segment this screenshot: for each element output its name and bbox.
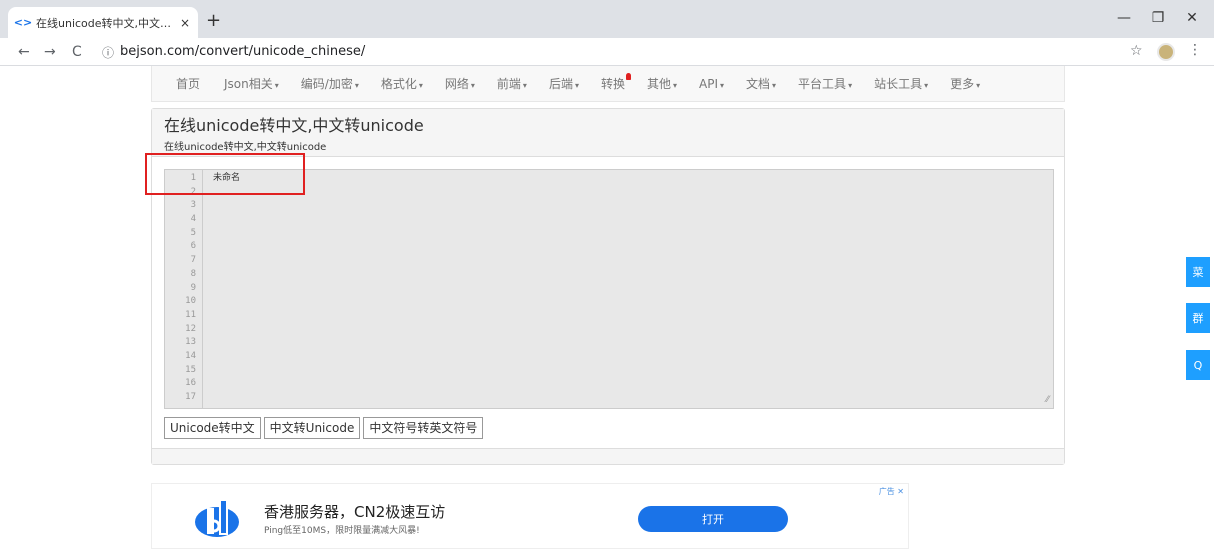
line-number: 13 bbox=[185, 337, 196, 348]
caret-down-icon: ▾ bbox=[274, 81, 279, 90]
site-info-icon[interactable]: ⓘ bbox=[102, 44, 114, 61]
new-tab-button[interactable]: + bbox=[206, 12, 221, 30]
line-number: 5 bbox=[190, 227, 196, 238]
caret-down-icon: ▾ bbox=[848, 81, 853, 90]
caret-down-icon: ▾ bbox=[354, 81, 359, 90]
nav-item-label: 格式化 bbox=[380, 77, 417, 91]
nav-item-json[interactable]: Json相关 ▾ bbox=[224, 75, 279, 92]
line-number-gutter: 1 2 3 4 5 6 7 8 9 10 11 12 13 14 15 16 1… bbox=[165, 170, 203, 408]
nav-item-label: 网络 bbox=[444, 77, 469, 91]
caret-down-icon: ▾ bbox=[470, 81, 475, 90]
caret-down-icon: ▾ bbox=[574, 81, 579, 90]
nav-item-other[interactable]: 其他 ▾ bbox=[647, 75, 677, 92]
nav-item-api[interactable]: API ▾ bbox=[699, 77, 724, 91]
line-number: 4 bbox=[190, 214, 196, 225]
reload-icon[interactable]: C bbox=[72, 44, 82, 60]
nav-item-label: 站长工具 bbox=[874, 77, 923, 91]
bookmark-star-icon[interactable]: ☆ bbox=[1130, 43, 1143, 59]
ad-description: Ping低至10MS，限时限量满减大风暴! bbox=[264, 526, 420, 536]
nav-item-more[interactable]: 更多 ▾ bbox=[950, 75, 980, 92]
nav-item-platform-tools[interactable]: 平台工具 ▾ bbox=[798, 75, 852, 92]
site-nav: 首页 Json相关 ▾ 编码/加密 ▾ 格式化 ▾ 网络 ▾ 前端 ▾ 后端 ▾ 转换 其他… bbox=[151, 66, 1065, 102]
nav-item-label: API bbox=[699, 76, 718, 91]
tab-close-icon[interactable]: × bbox=[180, 16, 190, 30]
side-qq-button[interactable]: Q bbox=[1186, 350, 1210, 380]
panel-footer bbox=[152, 448, 1064, 464]
nav-item-label: 其他 bbox=[646, 77, 671, 91]
back-icon[interactable]: ← bbox=[18, 44, 30, 60]
browser-menu-icon[interactable]: ⋮ bbox=[1188, 42, 1202, 58]
resize-handle-icon[interactable]: ⁄⁄ bbox=[1046, 395, 1049, 405]
ad-logo-icon bbox=[195, 499, 239, 537]
page-title: 在线unicode转中文,中文转unicode bbox=[164, 116, 424, 135]
ad-close-label[interactable]: 广告 ✕ bbox=[879, 486, 904, 497]
caret-down-icon: ▾ bbox=[924, 81, 929, 90]
caret-down-icon: ▾ bbox=[418, 81, 423, 90]
new-badge-icon bbox=[625, 73, 631, 80]
minimize-icon[interactable]: — bbox=[1114, 10, 1134, 26]
line-number: 10 bbox=[185, 296, 196, 307]
unicode-to-chinese-button[interactable]: Unicode转中文 bbox=[164, 417, 261, 439]
nav-item-format[interactable]: 格式化 ▾ bbox=[381, 75, 423, 92]
line-number: 15 bbox=[185, 364, 196, 375]
code-favicon-icon: <> bbox=[13, 16, 33, 29]
nav-item-label: 转换 bbox=[600, 77, 625, 91]
line-number: 6 bbox=[190, 241, 196, 252]
caret-down-icon: ▾ bbox=[720, 80, 725, 90]
page-subtitle: 在线unicode转中文,中文转unicode bbox=[164, 142, 327, 153]
caret-down-icon: ▾ bbox=[522, 81, 527, 90]
browser-tabstrip: <> 在线unicode转中文,中文转unicc × + — ❐ ✕ bbox=[0, 0, 1214, 38]
line-number: 11 bbox=[185, 309, 196, 320]
line-number: 14 bbox=[185, 350, 196, 361]
nav-item-docs[interactable]: 文档 ▾ bbox=[746, 75, 776, 92]
nav-item-label: 文档 bbox=[746, 77, 771, 91]
nav-item-backend[interactable]: 后端 ▾ bbox=[549, 75, 579, 92]
nav-item-webmaster-tools[interactable]: 站长工具 ▾ bbox=[874, 75, 928, 92]
nav-item-label: 首页 bbox=[176, 77, 201, 91]
caret-down-icon: ▾ bbox=[772, 81, 777, 90]
action-buttons: Unicode转中文 中文转Unicode 中文符号转英文符号 bbox=[164, 417, 484, 439]
line-number: 3 bbox=[190, 200, 196, 211]
nav-item-label: 后端 bbox=[548, 77, 573, 91]
code-editor[interactable]: 1 2 3 4 5 6 7 8 9 10 11 12 13 14 15 16 1… bbox=[164, 169, 1054, 409]
line-number: 16 bbox=[185, 378, 196, 389]
nav-item-label: 前端 bbox=[496, 77, 521, 91]
chinese-to-unicode-button[interactable]: 中文转Unicode bbox=[263, 417, 361, 439]
line-number: 9 bbox=[190, 282, 196, 293]
ad-open-button[interactable]: 打开 bbox=[638, 506, 788, 532]
ad-title: 香港服务器，CN2极速互访 bbox=[264, 503, 446, 521]
line-number: 8 bbox=[190, 268, 196, 279]
nav-item-network[interactable]: 网络 ▾ bbox=[445, 75, 475, 92]
browser-tab[interactable]: <> 在线unicode转中文,中文转unicc × bbox=[8, 7, 198, 38]
side-menu-button[interactable]: 菜 bbox=[1186, 257, 1210, 287]
nav-item-convert[interactable]: 转换 bbox=[600, 73, 631, 92]
line-number: 12 bbox=[185, 323, 196, 334]
nav-item-label: Json相关 bbox=[224, 77, 273, 91]
panel-heading: 在线unicode转中文,中文转unicode 在线unicode转中文,中文转… bbox=[152, 109, 1064, 157]
profile-avatar[interactable] bbox=[1157, 43, 1175, 61]
restore-icon[interactable]: ❐ bbox=[1148, 10, 1168, 26]
line-number: 7 bbox=[190, 255, 196, 266]
caret-down-icon: ▾ bbox=[673, 81, 678, 90]
close-window-icon[interactable]: ✕ bbox=[1182, 10, 1202, 26]
browser-toolbar: ← → C ⓘ bejson.com/convert/unicode_chine… bbox=[0, 38, 1214, 66]
cn-symbols-to-en-button[interactable]: 中文符号转英文符号 bbox=[363, 417, 484, 439]
highlight-annotation bbox=[145, 153, 305, 195]
nav-item-frontend[interactable]: 前端 ▾ bbox=[497, 75, 527, 92]
nav-item-label: 编码/加密 bbox=[300, 77, 353, 91]
forward-icon[interactable]: → bbox=[44, 44, 56, 60]
tab-title: 在线unicode转中文,中文转unicc bbox=[36, 16, 174, 30]
caret-down-icon: ▾ bbox=[976, 81, 981, 90]
address-bar[interactable]: bejson.com/convert/unicode_chinese/ bbox=[120, 44, 365, 59]
nav-item-label: 平台工具 bbox=[798, 77, 847, 91]
side-group-button[interactable]: 群 bbox=[1186, 303, 1210, 333]
line-number: 17 bbox=[185, 392, 196, 402]
nav-item-home[interactable]: 首页 bbox=[176, 75, 202, 92]
nav-item-label: 更多 bbox=[950, 77, 975, 91]
ad-banner[interactable]: 香港服务器，CN2极速互访 Ping低至10MS，限时限量满减大风暴! 打开 广… bbox=[151, 483, 909, 549]
nav-item-encoding[interactable]: 编码/加密 ▾ bbox=[301, 75, 359, 92]
